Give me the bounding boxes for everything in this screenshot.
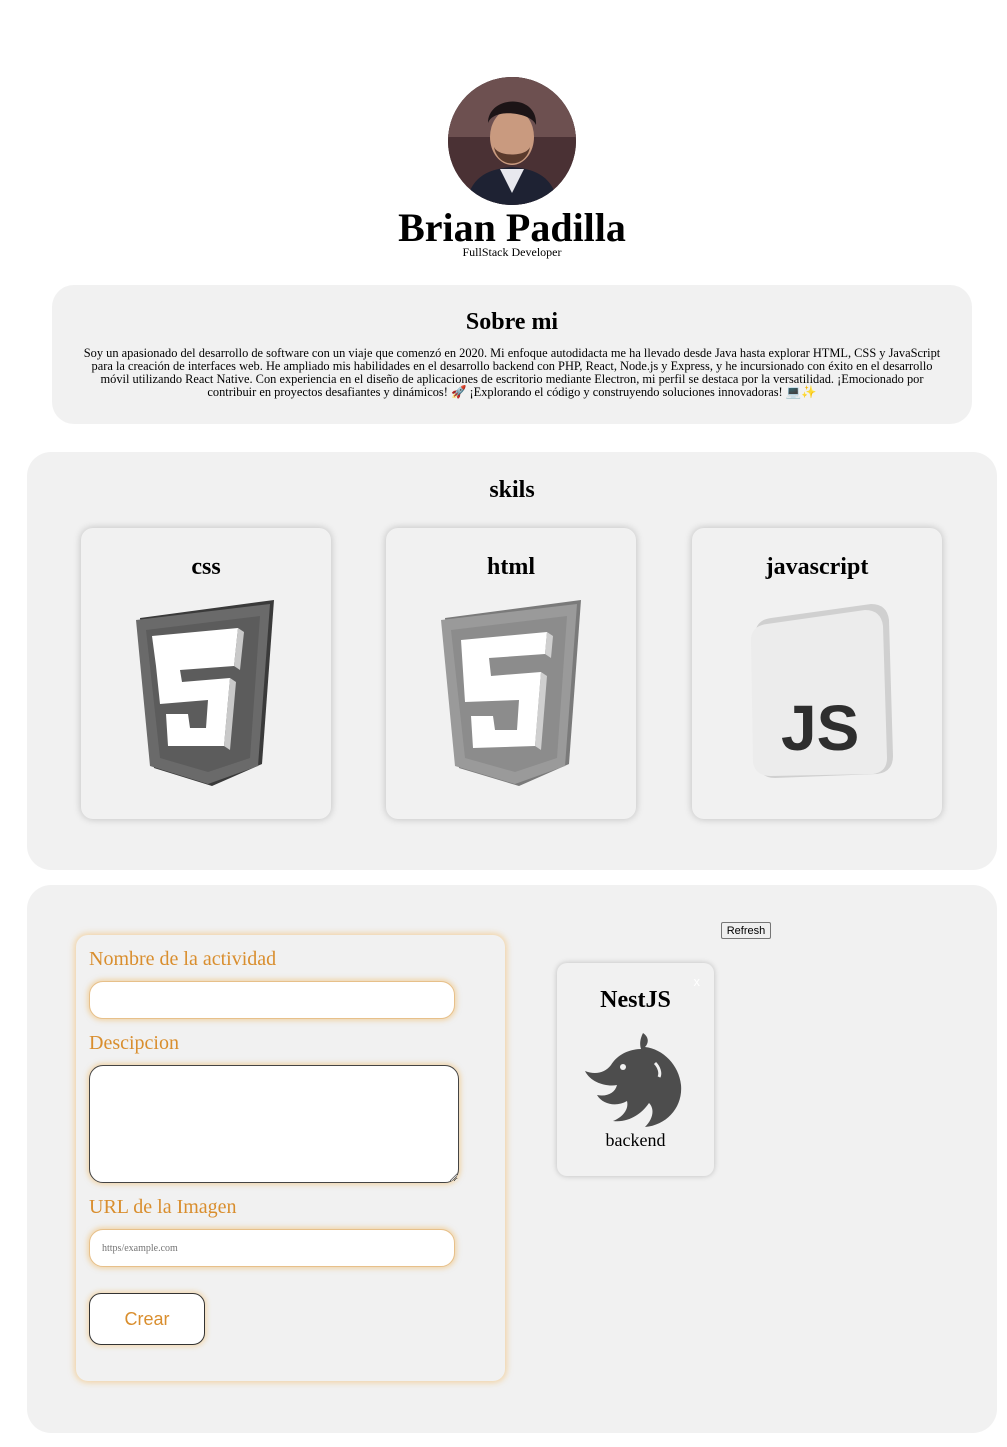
activity-card: x NestJS backend — [557, 963, 714, 1176]
about-section: Sobre mi Soy un apasionado del desarroll… — [52, 285, 972, 424]
js-icon: JS — [751, 604, 893, 778]
css3-icon — [136, 600, 274, 786]
activities-section: Nombre de la actividad Descipcion URL de… — [27, 885, 997, 1433]
activity-name-input[interactable] — [89, 981, 455, 1019]
skill-card-css: css — [81, 528, 331, 819]
activity-category: backend — [605, 1130, 666, 1150]
skill-label: css — [191, 554, 221, 580]
svg-text:JS: JS — [781, 692, 859, 764]
skill-label: javascript — [765, 554, 869, 580]
create-button[interactable]: Crear — [89, 1293, 205, 1345]
html5-icon — [441, 600, 581, 786]
skill-card-html: html — [386, 528, 636, 819]
skill-label: html — [487, 554, 535, 580]
description-label: Descipcion — [89, 1032, 179, 1054]
about-text: Soy un apasionado del desarrollo de soft… — [83, 346, 941, 399]
activity-title: NestJS — [600, 987, 671, 1013]
image-url-input[interactable] — [89, 1229, 455, 1267]
about-title: Sobre mi — [465, 309, 559, 335]
avatar — [448, 77, 576, 205]
description-textarea[interactable] — [89, 1065, 459, 1183]
skill-card-javascript: javascript JS — [692, 528, 942, 819]
image-url-label: URL de la Imagen — [89, 1196, 237, 1218]
activity-name-label: Nombre de la actividad — [89, 948, 277, 970]
activity-form: Nombre de la actividad Descipcion URL de… — [76, 935, 505, 1381]
skills-section: skils css html javascript JS — [27, 452, 997, 870]
skills-title: skils — [489, 477, 535, 503]
profile-role: FullStack Developer — [462, 245, 562, 259]
nestjs-icon — [585, 1033, 682, 1127]
refresh-button[interactable]: Refresh — [721, 922, 771, 939]
